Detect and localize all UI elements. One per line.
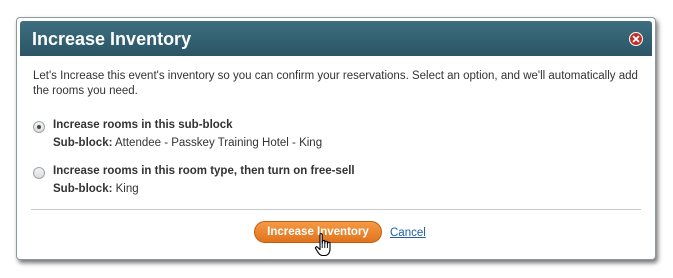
option-detail: Sub-block: Attendee - Passkey Training H… bbox=[53, 137, 322, 149]
dialog-titlebar: Increase Inventory bbox=[20, 21, 652, 56]
radio-sub-block[interactable] bbox=[33, 121, 45, 133]
increase-inventory-dialog: Increase Inventory Let's Increase this e… bbox=[16, 17, 656, 260]
close-icon[interactable] bbox=[629, 32, 643, 46]
option-detail-value: Attendee - Passkey Training Hotel - King bbox=[114, 137, 323, 149]
cancel-link[interactable]: Cancel bbox=[390, 227, 426, 239]
option-detail-key: Sub-block: bbox=[53, 137, 113, 149]
option-detail-value: King bbox=[115, 183, 139, 195]
option-label[interactable]: Increase rooms in this room type, then t… bbox=[53, 165, 355, 177]
dialog-intro-text: Let's Increase this event's inventory so… bbox=[33, 70, 638, 97]
dialog-title: Increase Inventory bbox=[32, 29, 192, 49]
divider bbox=[31, 209, 641, 210]
hand-pointer-icon bbox=[314, 233, 331, 257]
option-detail: Sub-block: King bbox=[53, 183, 139, 195]
radio-room-type[interactable] bbox=[33, 167, 45, 179]
option-detail-key: Sub-block: bbox=[53, 183, 113, 195]
option-label[interactable]: Increase rooms in this sub-block bbox=[53, 119, 233, 131]
